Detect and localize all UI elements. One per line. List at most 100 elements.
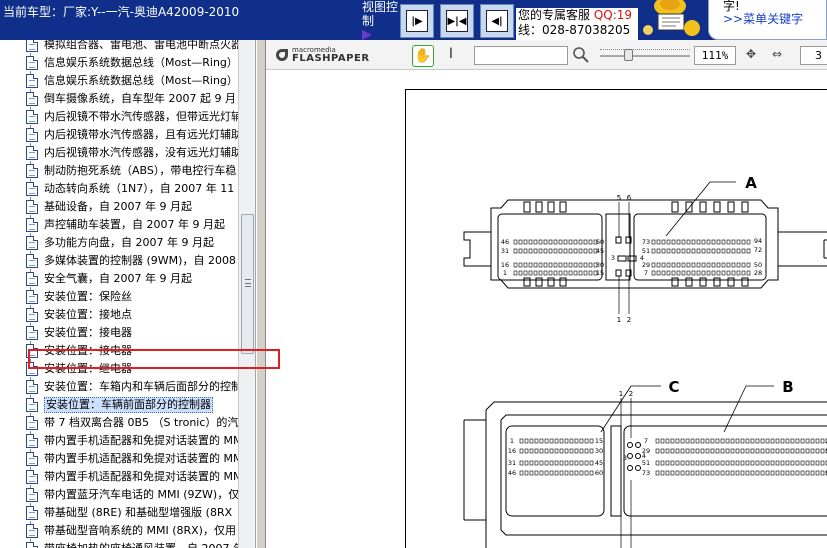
connector-a-pin [583, 270, 588, 276]
tree-item[interactable]: 安装位置：接地点 [0, 306, 238, 324]
panel-splitter[interactable] [256, 40, 266, 548]
pin-number-label: 2 [629, 390, 633, 398]
connector-a-rib [699, 277, 707, 287]
connector-b-pin [780, 448, 785, 454]
tree-item[interactable]: 多媒体装置的控制器 (9WM)，自 2008 [0, 252, 238, 270]
connector-c-pin [539, 448, 544, 454]
tree-item[interactable]: 带内置蓝牙汽车电话的 MMI (9ZW)，仅 [0, 486, 238, 504]
connector-a-pin [726, 248, 731, 254]
tree-item[interactable]: 安装位置：车辆前面部分的控制器 [0, 396, 238, 414]
tree-item[interactable]: 制动防抱死系统（ABS），带电控行车稳 [0, 162, 238, 180]
tree-item[interactable]: 基础设备，自 2007 年 9 月起 [0, 198, 238, 216]
connector-b-pin [665, 470, 670, 476]
tree-scrollbar-thumb[interactable] [241, 214, 254, 354]
connector-b-pin [775, 470, 780, 476]
tree-item[interactable]: 安装位置：接电器 [0, 324, 238, 342]
zoom-slider[interactable] [600, 49, 690, 61]
connector-a-rib [685, 277, 693, 287]
connector-b-pin [785, 470, 790, 476]
tree-item[interactable]: 多功能方向盘，自 2007 年 9 月起 [0, 234, 238, 252]
tree-item[interactable]: 内后视镜带水汽传感器，且有远光灯辅助 [0, 126, 238, 144]
connector-a-pin [588, 239, 593, 245]
document-icon [26, 146, 38, 160]
tree-scrollbar[interactable] [238, 40, 255, 548]
connector-a-pin [538, 262, 543, 268]
tree-item[interactable]: 带 7 档双离合器 0B5 （S tronic）的汽 [0, 414, 238, 432]
connector-a-pin [543, 248, 548, 254]
connector-c-pin [574, 448, 579, 454]
tree-item[interactable]: 安装位置：保险丝 [0, 288, 238, 306]
tree-item[interactable]: 倒车摄像系统，自车型年 2007 起 9 月 [0, 90, 238, 108]
document-area[interactable]: 46 60 31 45 16 30 1 15 73 51 29 7 94 72 50 28 3 4 5 6 1 2 A 1 15… [266, 71, 827, 548]
tree-item[interactable]: 安装位置：继电器 [0, 360, 238, 378]
connector-a-pin [706, 270, 711, 276]
connector-c-pin [559, 438, 564, 444]
connector-a-pin [691, 270, 696, 276]
show-left-panel-button[interactable]: ◀| [480, 4, 514, 38]
fit-width-button[interactable]: ⇔ [768, 47, 786, 65]
connector-a-pin [686, 262, 691, 268]
tree-item[interactable]: 带基础型音响系统的 MMI (8RX)，仅用 [0, 522, 238, 540]
hand-tool-button[interactable]: ✋ [412, 45, 434, 67]
connector-b-pin [705, 460, 710, 466]
connector-a-left-tab [463, 231, 492, 267]
connector-b-pin [700, 460, 705, 466]
connector-b-pin [710, 460, 715, 466]
connector-b-pin [750, 470, 755, 476]
connector-a-pin [533, 270, 538, 276]
tree-item[interactable]: 模拟组合器、雷电池、雷电池中断点火器 [0, 40, 238, 54]
connector-a-pin [736, 270, 741, 276]
service-qq[interactable]: QQ:19 [594, 8, 632, 22]
tree-item[interactable]: 安装位置：车箱内和车辆后面部分的控制 [0, 378, 238, 396]
tree-item[interactable]: 安全气囊，自 2007 年 9 月起 [0, 270, 238, 288]
fit-page-button[interactable]: ✥ [742, 47, 760, 65]
connector-b-pin [800, 448, 805, 454]
connector-b-pin [700, 438, 705, 444]
tree-item[interactable]: 带内置手机适配器和免提对话装置的 MM [0, 450, 238, 468]
document-icon [26, 128, 38, 142]
connector-c-label: C [668, 378, 679, 396]
connector-b-pin [770, 438, 775, 444]
connector-a-pin [691, 239, 696, 245]
connector-a-pin [681, 262, 686, 268]
connector-a-pin [528, 239, 533, 245]
connector-a-pin [533, 248, 538, 254]
connector-b-pin [795, 438, 800, 444]
menu-keyword-link[interactable]: >>菜单关键字 [723, 12, 803, 26]
page-number-field[interactable]: 3 [800, 46, 827, 65]
search-icon[interactable] [572, 46, 590, 64]
show-right-panel-button[interactable]: |▶ [400, 4, 434, 38]
tree-item[interactable]: 信息娱乐系统数据总线（Most—Ring） [0, 54, 238, 72]
pin-number-label: 7 [644, 269, 648, 277]
connector-c-pin [569, 470, 574, 476]
tree-item[interactable]: 内后视镜带水汽传感器，没有远光灯辅助 [0, 144, 238, 162]
document-tree: 模拟组合器、雷电池、雷电池中断点火器 信息娱乐系统数据总线（Most—Ring） 信… [0, 40, 238, 548]
connector-b-pin [795, 460, 800, 466]
tree-item[interactable]: 信息娱乐系统数据总线（Most—Ring） [0, 72, 238, 90]
text-select-button[interactable]: I [444, 46, 458, 66]
connector-bc-power-pin [627, 442, 633, 448]
tree-item[interactable]: 声控辅助车装置，自 2007 年 9 月起 [0, 216, 238, 234]
connector-b-pin [665, 460, 670, 466]
tree-item[interactable]: 安装位置：接电器 [0, 342, 238, 360]
tree-item[interactable]: 带座椅加热的座椅通风装置，自 2007 年 [0, 540, 238, 548]
pin-number-label: 29 [642, 261, 650, 269]
connector-c-pin [549, 438, 554, 444]
search-input[interactable] [474, 46, 568, 65]
connector-a-pin [696, 248, 701, 254]
zoom-knob[interactable] [624, 49, 633, 61]
tree-item[interactable]: 带内置手机适配器和免提对话装置的 MM [0, 468, 238, 486]
connector-b-pin [675, 460, 680, 466]
tree-item[interactable]: 带内置手机适配器和免提对话装置的 MM [0, 432, 238, 450]
split-panels-button[interactable]: ▶|◀ [440, 4, 474, 38]
tree-item[interactable]: 动态转向系统（1N7），自 2007 年 11 [0, 180, 238, 198]
connector-a-pin [568, 239, 573, 245]
zoom-value[interactable]: 111% [694, 46, 736, 65]
scroll-grip-icon [245, 279, 251, 287]
connector-a-pin [716, 270, 721, 276]
connector-c-pin [544, 448, 549, 454]
connector-a-pin [731, 248, 736, 254]
tree-item[interactable]: 内后视镜不带水汽传感器，但带远光灯辅 [0, 108, 238, 126]
tree-item-label: 带座椅加热的座椅通风装置，自 2007 年 [44, 542, 238, 548]
tree-item[interactable]: 带基础型 (8RE) 和基础型增强版 (8RX [0, 504, 238, 522]
